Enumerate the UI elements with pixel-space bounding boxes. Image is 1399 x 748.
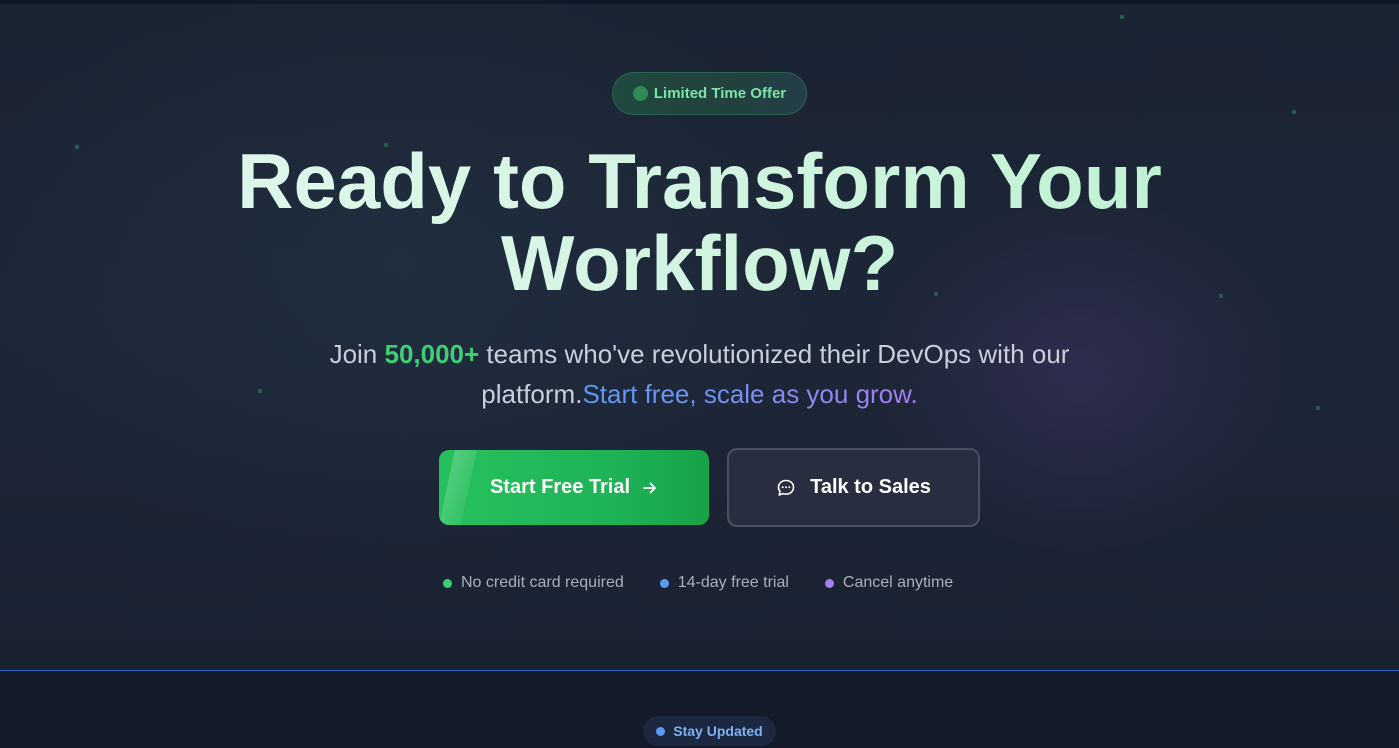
feature-label: No credit card required [461,574,624,591]
subtitle: Join 50,000+ teams who've revolutionized… [250,334,1149,414]
talk-to-sales-label: Talk to Sales [810,476,931,498]
decorative-dot [1120,15,1124,19]
feature-list: No credit card required 14-day free tria… [443,573,953,593]
team-count-highlight: 50,000+ [384,339,480,369]
subtitle-prefix: Join [329,339,385,369]
blue-dot-icon [659,578,669,588]
subtitle-gradient-text: Start free, scale as you grow. [582,379,918,409]
arrow-right-icon [643,482,656,493]
badge-label: Limited Time Offer [653,85,787,102]
section-divider [0,670,1399,671]
chat-bubble-icon [777,479,795,496]
stay-updated-pill: Stay Updated [643,716,776,746]
feature-label: Cancel anytime [842,574,954,591]
green-dot-icon [443,578,452,588]
start-free-trial-label: Start Free Trial [489,476,631,498]
decorative-dot [1316,406,1320,410]
headline-line-2: Workflow? [500,219,899,307]
decorative-dot [1292,110,1296,114]
badge-dot-icon [632,86,648,101]
feature-item: Cancel anytime [824,574,954,592]
feature-item: 14-day free trial [659,574,789,592]
talk-to-sales-button[interactable]: Talk to Sales [727,448,980,527]
start-free-trial-button[interactable]: Start Free Trial [439,450,709,525]
purple-dot-icon [824,578,834,588]
limited-offer-badge: Limited Time Offer [612,72,807,115]
page-title: Ready to Transform Your Workflow? [0,140,1399,304]
feature-item: No credit card required [443,574,624,592]
pill-dot-icon [656,726,666,736]
stay-updated-label: Stay Updated [673,723,763,739]
headline-line-1: Ready to Transform Your [237,137,1162,225]
feature-label: 14-day free trial [677,574,789,591]
